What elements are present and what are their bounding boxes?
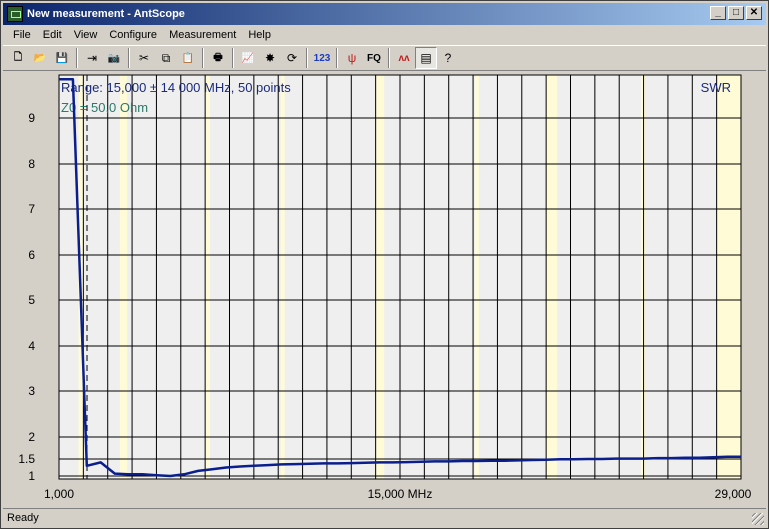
y-tick-label: 4 (28, 339, 35, 353)
list-button[interactable]: ▤ (415, 47, 437, 69)
y-tick-label: 7 (28, 202, 35, 216)
menu-bar: File Edit View Configure Measurement Help (3, 25, 766, 44)
ham-band-highlight (375, 75, 385, 479)
y-tick-label: 1 (28, 469, 35, 483)
toolbar-separator (336, 48, 338, 68)
y-tick-label: 3 (28, 384, 35, 398)
menu-configure[interactable]: Configure (103, 29, 163, 41)
menu-view[interactable]: View (68, 29, 104, 41)
numbers-icon: 123 (313, 52, 331, 64)
numbers-button[interactable]: 123 (311, 47, 333, 69)
cut-icon: ✂ (138, 51, 150, 65)
save-button[interactable]: 💾 (51, 47, 73, 69)
minimize-button[interactable]: _ (710, 6, 726, 20)
swr-chart[interactable]: 1 1.5 2 3 4 5 6 7 8 9 1,000 15,000 MHz 29,000 Range: … (5, 73, 766, 506)
window-title: New measurement - AntScope (27, 8, 185, 20)
menu-edit[interactable]: Edit (37, 29, 68, 41)
paste-button[interactable]: 📋 (177, 47, 199, 69)
ham-band-highlight (474, 75, 479, 479)
toolbar-separator (202, 48, 204, 68)
y-tick-label: 1.5 (18, 452, 35, 466)
menu-measurement[interactable]: Measurement (163, 29, 242, 41)
y-tick-label: 2 (28, 430, 35, 444)
status-text: Ready (7, 512, 39, 524)
paste-icon: 📋 (181, 52, 195, 64)
open-folder-icon: 📂 (33, 52, 47, 64)
help-button[interactable]: ? (437, 47, 459, 69)
toolbar: 🗋 📂 💾 ⇥ 📷 ✂ ⧉ 📋 🖶 📈 ✸ ⟳ 123 ψ FQ ʌʌ ▤? (3, 45, 766, 71)
new-file-button[interactable]: 🗋 (7, 47, 29, 69)
title-bar[interactable]: New measurement - AntScope _ □ ✕ (3, 3, 766, 25)
camera-button[interactable]: 📷 (103, 47, 125, 69)
star-burst-icon: ✸ (264, 51, 276, 65)
ham-band-highlight (546, 75, 558, 479)
cut-button[interactable]: ✂ (133, 47, 155, 69)
new-file-icon: 🗋 (13, 51, 23, 63)
ham-band-highlight (640, 75, 645, 479)
series-label-swr: SWR (701, 80, 731, 95)
open-folder-button[interactable]: 📂 (29, 47, 51, 69)
ham-band-highlight (280, 75, 285, 479)
frequency-button[interactable]: FQ (363, 47, 385, 69)
x-tick-label: 29,000 (715, 487, 752, 501)
frequency-icon: FQ (367, 52, 381, 64)
waveform-button[interactable]: ʌʌ (393, 47, 415, 69)
window-controls: _ □ ✕ (710, 6, 762, 20)
resize-grip-icon[interactable] (752, 513, 764, 525)
y-tick-label: 9 (28, 111, 35, 125)
copy-icon: ⧉ (161, 50, 171, 65)
help-icon: ? (444, 51, 452, 65)
x-tick-label: 15,000 MHz (368, 487, 433, 501)
status-bar: Ready (3, 508, 766, 527)
app-window: New measurement - AntScope _ □ ✕ File Edi… (0, 0, 769, 529)
menu-help[interactable]: Help (242, 29, 277, 41)
camera-icon: 📷 (107, 52, 121, 64)
toolbar-separator (128, 48, 130, 68)
maximize-button[interactable]: □ (728, 6, 744, 20)
close-button[interactable]: ✕ (746, 6, 762, 20)
toolbar-separator (306, 48, 308, 68)
ham-band-highlight (205, 75, 211, 479)
list-icon: ▤ (420, 51, 432, 65)
y-tick-label: 6 (28, 248, 35, 262)
refresh-icon: ⟳ (286, 51, 298, 65)
toolbar-separator (76, 48, 78, 68)
swr-chart-svg[interactable]: 1 1.5 2 3 4 5 6 7 8 9 1,000 15,000 MHz 29,000 Range: … (5, 73, 766, 506)
y-tick-label: 8 (28, 157, 35, 171)
toolbar-separator (388, 48, 390, 68)
chart-button[interactable]: 📈 (237, 47, 259, 69)
antscope-app-icon[interactable] (7, 6, 23, 22)
x-tick-label: 1,000 (44, 487, 74, 501)
antenna-icon: ψ (347, 51, 357, 65)
print-icon: 🖶 (213, 51, 223, 63)
waveform-icon: ʌʌ (398, 52, 410, 64)
toolbar-separator (232, 48, 234, 68)
ham-band-highlight (119, 75, 128, 479)
copy-button[interactable]: ⧉ (155, 47, 177, 69)
chart-icon: 📈 (241, 52, 255, 64)
range-info-text: Range: 15,000 ± 14 000 MHz, 50 points (61, 80, 291, 95)
save-icon: 💾 (55, 52, 69, 64)
refresh-button[interactable]: ⟳ (281, 47, 303, 69)
menu-file[interactable]: File (7, 29, 37, 41)
export-button[interactable]: ⇥ (81, 47, 103, 69)
y-tick-label: 5 (28, 293, 35, 307)
print-button[interactable]: 🖶 (207, 47, 229, 69)
star-burst-button[interactable]: ✸ (259, 47, 281, 69)
ham-band-highlight (716, 75, 741, 479)
antenna-button[interactable]: ψ (341, 47, 363, 69)
export-icon: ⇥ (86, 51, 98, 65)
